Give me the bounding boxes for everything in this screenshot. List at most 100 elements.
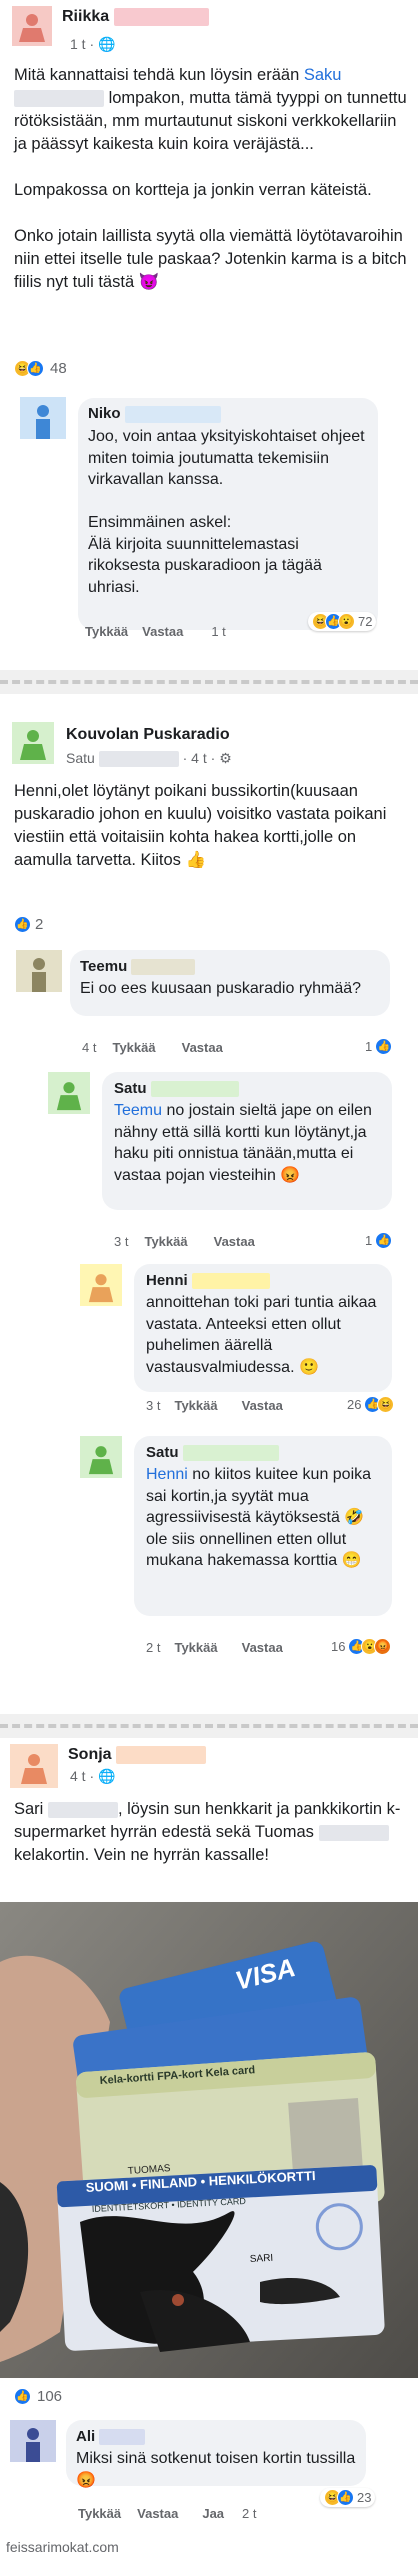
avatar[interactable] <box>20 397 66 439</box>
redacted-name <box>318 1824 389 1841</box>
globe-icon: 🌐 <box>98 1768 116 1784</box>
comment-time[interactable]: 3 t <box>146 1398 160 1413</box>
globe-icon: 🌐 <box>98 36 116 52</box>
avatar[interactable] <box>80 1436 122 1478</box>
author-name[interactable]: Riikka <box>62 8 209 26</box>
comment-reactions[interactable]: 26 👍 😆 <box>344 1396 395 1413</box>
comment-actions: Tykkää Vastaa Jaa 2 t <box>78 2506 257 2521</box>
comment-reactions[interactable]: 😆 👍 23 <box>320 2488 376 2507</box>
person-icon <box>88 1446 114 1475</box>
reply-button[interactable]: Vastaa <box>182 1040 223 1055</box>
post-reactions[interactable]: 👍 2 <box>14 916 43 933</box>
redacted-name <box>124 405 221 423</box>
comment-actions: 4 t Tykkää Vastaa <box>82 1040 223 1055</box>
mention-link[interactable]: Henni <box>146 1466 188 1483</box>
like-button[interactable]: Tykkää <box>144 1234 187 1249</box>
comment-text: Miksi sinä sotkenut toisen kortin tussil… <box>76 2450 356 2489</box>
comment-author[interactable]: Niko <box>88 405 221 423</box>
post-body: Mitä kannattaisi tehdä kun löysin erään … <box>14 66 407 291</box>
comment-time[interactable]: 3 t <box>114 1234 128 1249</box>
share-button[interactable]: Jaa <box>202 2506 224 2521</box>
comment-author[interactable]: Ali <box>76 2428 146 2446</box>
person-icon <box>36 405 50 439</box>
haha-icon: 😆 <box>377 1396 395 1413</box>
redacted-name <box>182 1445 279 1462</box>
comment-text: Ei oo ees kuusaan puskaradio ryhmää? <box>80 980 362 997</box>
reply-button[interactable]: Vastaa <box>142 624 183 639</box>
person-icon <box>26 2428 40 2462</box>
post-body: Sari , löysin sun henkkarit ja pankkikor… <box>14 1800 401 1864</box>
comment-text: Teemu no jostain sieltä jape on eilen nä… <box>114 1102 372 1184</box>
redacted-name <box>98 751 179 768</box>
avatar[interactable] <box>10 2420 56 2462</box>
redacted-name <box>99 2429 146 2446</box>
avatar[interactable] <box>12 6 52 46</box>
id-card-name: SARI <box>250 2253 274 2265</box>
avatar[interactable] <box>10 1744 58 1788</box>
like-icon: 👍 <box>27 360 44 377</box>
avatar[interactable] <box>80 1264 122 1306</box>
mention-link[interactable]: Teemu <box>114 1102 162 1119</box>
post-time[interactable]: 4 t <box>191 750 207 766</box>
person-icon <box>21 1754 47 1784</box>
angry-icon: 😡 <box>374 1638 392 1655</box>
comment-time[interactable]: 1 t <box>211 624 225 639</box>
person-icon <box>19 14 45 42</box>
comment-reactions[interactable]: 😆 👍 😮 72 <box>308 612 377 631</box>
post-photo[interactable]: VISA Kela-kortti FPA-kort Kela card TUOM… <box>0 1902 418 2378</box>
comment-text: Henni no kiitos kuitee kun poika sai kor… <box>146 1466 372 1569</box>
person-icon <box>32 958 46 992</box>
comment-actions: 3 t Tykkää Vastaa <box>114 1234 255 1249</box>
like-button[interactable]: Tykkää <box>174 1640 217 1655</box>
author-name[interactable]: Sonja <box>68 1746 207 1764</box>
avatar[interactable] <box>16 950 62 992</box>
post-time[interactable]: 1 t · 🌐 <box>70 36 115 53</box>
group-name[interactable]: Kouvolan Puskaradio <box>66 726 230 744</box>
separator <box>0 670 418 694</box>
like-icon: 👍 <box>375 1038 393 1055</box>
comment-time[interactable]: 4 t <box>82 1040 96 1055</box>
like-icon: 👍 <box>14 2388 31 2405</box>
post-reactions[interactable]: 👍 106 <box>14 2388 62 2405</box>
comment-time[interactable]: 2 t <box>242 2506 256 2521</box>
comment-reactions[interactable]: 16 👍 😮 😡 <box>328 1638 392 1655</box>
comment-author[interactable]: Satu <box>114 1080 239 1098</box>
comment-time[interactable]: 2 t <box>146 1640 160 1655</box>
comment-text: annoittehan toki pari tuntia aikaa vasta… <box>146 1294 377 1376</box>
redacted-name <box>113 8 209 26</box>
redacted-name <box>191 1273 270 1290</box>
site-watermark[interactable]: feissarimokat.com <box>6 2539 119 2555</box>
redacted-name <box>150 1081 239 1098</box>
gear-icon: ⚙ <box>219 750 232 766</box>
post-meta: Satu · 4 t · ⚙ <box>66 750 232 768</box>
like-button[interactable]: Tykkää <box>112 1040 155 1055</box>
avatar[interactable] <box>48 1072 90 1114</box>
post-card-1: Riikka 1 t · 🌐 Mitä kannattaisi tehdä ku… <box>0 0 418 670</box>
redacted-name <box>131 959 196 976</box>
post-card-3: Sonja 4 t · 🌐 Sari , löysin sun henkkari… <box>0 1738 418 2535</box>
mention-link[interactable]: Saku <box>304 66 342 84</box>
site-footer: feissarimokat.com <box>0 2535 418 2560</box>
avatar[interactable] <box>12 722 54 764</box>
like-button[interactable]: Tykkää <box>174 1398 217 1413</box>
post-reactions[interactable]: 😆 👍 48 <box>14 360 67 377</box>
reply-button[interactable]: Vastaa <box>214 1234 255 1249</box>
reply-button[interactable]: Vastaa <box>242 1640 283 1655</box>
redacted-name <box>14 90 104 108</box>
post-card-2: Kouvolan Puskaradio Satu · 4 t · ⚙ Henni… <box>0 694 418 1714</box>
redacted-name <box>47 1801 118 1818</box>
comment-reactions[interactable]: 1 👍 <box>362 1038 393 1055</box>
comment-reactions[interactable]: 1 👍 <box>362 1232 393 1249</box>
comment-author[interactable]: Satu <box>146 1444 279 1462</box>
wow-icon: 😮 <box>338 613 355 630</box>
comment-author[interactable]: Teemu <box>80 958 196 976</box>
author-name[interactable]: Satu <box>66 750 95 766</box>
like-button[interactable]: Tykkää <box>85 624 128 639</box>
post-time[interactable]: 4 t · 🌐 <box>70 1768 115 1785</box>
reply-button[interactable]: Vastaa <box>242 1398 283 1413</box>
reply-button[interactable]: Vastaa <box>137 2506 178 2521</box>
comment-author[interactable]: Henni <box>146 1272 270 1290</box>
id-cards-photo: VISA Kela-kortti FPA-kort Kela card TUOM… <box>0 1902 418 2378</box>
like-button[interactable]: Tykkää <box>78 2506 121 2521</box>
like-icon: 👍 <box>337 2489 354 2506</box>
